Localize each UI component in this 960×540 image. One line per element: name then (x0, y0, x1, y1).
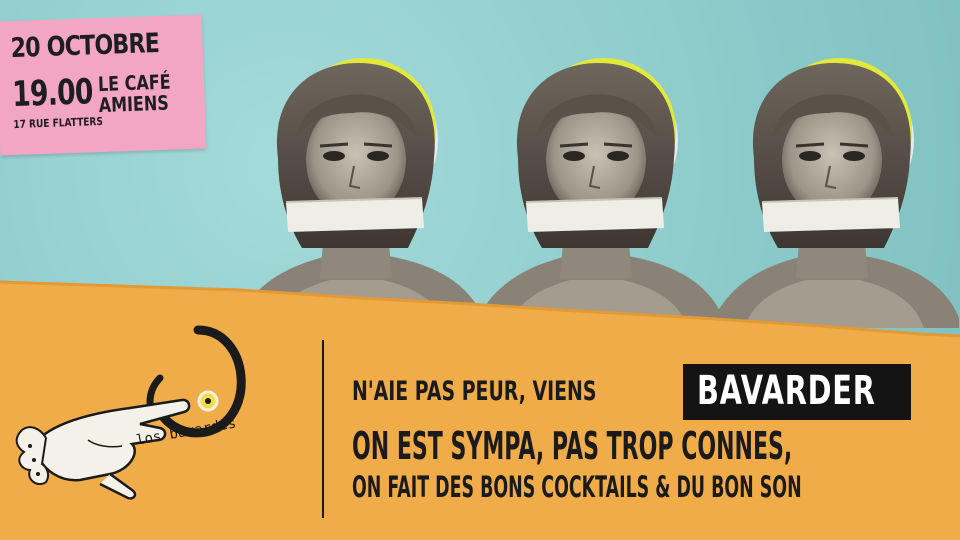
event-date: 20 OCTOBRE (10, 27, 160, 65)
event-venue: LE CAFÉ AMIENS (98, 70, 172, 118)
event-time: 19.00 (11, 72, 94, 116)
tagline-line-1: N'AIE PAS PEUR, VIENS (352, 376, 597, 407)
tagline-line-3: ON FAIT DES BONS COCKTAILS & DU BON SON (352, 470, 802, 504)
woman-figure-3 (712, 56, 960, 330)
venue-city: AMIENS (98, 90, 170, 118)
event-address: 17 RUE FLATTERS (13, 114, 104, 132)
woman-figure-1 (236, 56, 485, 330)
event-info-ticket: 20 OCTOBRE 19.00 LE CAFÉ AMIENS 17 RUE F… (0, 14, 207, 156)
tagline-highlight: BAVARDER (697, 368, 876, 414)
tagline-line-2: ON EST SYMPA, PAS TROP CONNES, (352, 424, 793, 468)
event-poster: 20 OCTOBRE 19.00 LE CAFÉ AMIENS 17 RUE F… (0, 0, 960, 540)
woman-figure-2 (476, 56, 725, 330)
divider (322, 340, 324, 518)
